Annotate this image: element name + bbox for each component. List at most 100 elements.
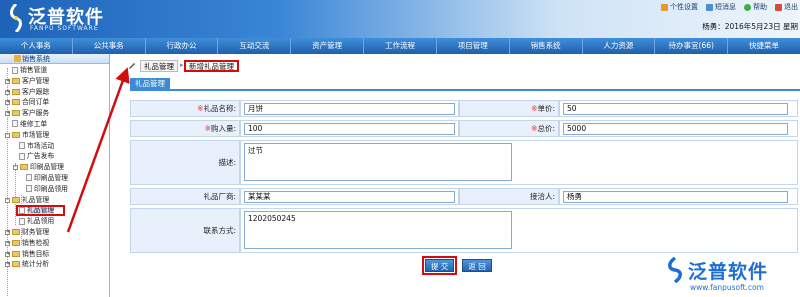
expand-icon[interactable]: + xyxy=(5,78,10,84)
description-textarea[interactable]: 过节 xyxy=(244,143,512,181)
sidebar-item-sales-targets[interactable]: + 销售目标 xyxy=(0,249,109,260)
sidebar-item-print-requisition[interactable]: 印刷品领用 xyxy=(0,184,109,195)
collapse-icon[interactable]: - xyxy=(13,165,18,171)
folder-icon xyxy=(12,88,20,95)
sidebar-item-label: 市场管理 xyxy=(22,130,50,139)
sidebar-item-label: 财务管理 xyxy=(22,227,50,236)
app-logo: 泛普软件 FANPU SOFTWARE xyxy=(8,3,128,35)
personal-settings-link[interactable]: 个性设置 xyxy=(661,2,698,12)
folder-icon xyxy=(12,99,20,106)
gift-name-input[interactable]: 月饼 xyxy=(244,103,455,115)
sidebar-item-label: 销售检视 xyxy=(22,238,50,247)
sidebar-item-label: 客户服务 xyxy=(22,109,50,118)
sidebar-item-gift-management-group[interactable]: - 礼品管理 xyxy=(0,195,109,206)
expand-icon[interactable]: + xyxy=(5,89,10,95)
form-row: 礼品厂商: 某某某 接洽人: 杨勇 xyxy=(130,188,798,205)
folder-icon xyxy=(12,228,20,235)
sidebar-item-market-activities[interactable]: 市场活动 xyxy=(0,141,109,152)
form-row: ※礼品名称: 月饼 ※单价: 50 xyxy=(130,100,798,117)
expand-icon[interactable]: + xyxy=(5,100,10,106)
sidebar-item-advertising[interactable]: 广告发布 xyxy=(0,151,109,162)
watermark-url: www.fanpusoft.com xyxy=(690,283,764,292)
settings-icon xyxy=(661,3,668,11)
expand-icon[interactable]: + xyxy=(5,240,10,246)
folder-icon xyxy=(12,250,20,257)
nav-office-admin[interactable]: 行政办公 xyxy=(146,38,219,54)
sidebar-item-sales-review[interactable]: + 销售检视 xyxy=(0,238,109,249)
sidebar-item-finance[interactable]: + 财务管理 xyxy=(0,227,109,238)
nav-interaction[interactable]: 互动交流 xyxy=(218,38,292,54)
sidebar-item-gift-requisition[interactable]: 礼品领用 xyxy=(0,216,109,227)
help-link[interactable]: 帮助 xyxy=(744,2,767,12)
sidebar-item-gift-management[interactable]: 礼品管理 xyxy=(0,205,109,217)
page-icon xyxy=(19,217,25,225)
collapse-icon[interactable]: - xyxy=(5,132,10,138)
back-button[interactable]: 返 回 xyxy=(462,259,492,272)
vendor-input[interactable]: 某某某 xyxy=(244,191,455,203)
sidebar-header[interactable]: 销售系统 xyxy=(0,54,109,64)
sidebar-tree: 销售管道 + 客户管理 + 客户跟踪 + 合同订单 + 客户服务 维修工单 - xyxy=(0,64,109,297)
sidebar-item-print-management-group[interactable]: - 印刷品管理 xyxy=(0,162,109,173)
chevron-right-icon: ▸ xyxy=(180,61,184,69)
page-icon xyxy=(19,152,25,160)
nav-sales-system[interactable]: 销售系统 xyxy=(510,38,583,54)
quantity-input[interactable]: 100 xyxy=(244,123,455,135)
contact-info-textarea[interactable]: 1202050245 xyxy=(244,211,512,249)
sidebar-item-print-management[interactable]: 印刷品管理 xyxy=(0,173,109,184)
expand-icon[interactable]: + xyxy=(5,262,10,268)
messages-link[interactable]: 短消息 xyxy=(706,2,736,12)
description-label: 描述: xyxy=(218,158,236,167)
contact-person-input[interactable]: 杨勇 xyxy=(563,191,788,203)
submit-button[interactable]: 提 交 xyxy=(421,256,458,275)
sidebar-item-label: 市场活动 xyxy=(27,141,55,150)
nav-hr[interactable]: 人力资源 xyxy=(583,38,656,54)
sidebar-item-label: 销售管道 xyxy=(20,66,48,74)
sidebar-item-market-management[interactable]: - 市场管理 xyxy=(0,130,109,141)
sidebar-item-customer-service[interactable]: + 客户服务 xyxy=(0,108,109,119)
watermark: 泛普软件 www.fanpusoft.com xyxy=(666,255,790,295)
nav-quick-menu[interactable]: 快捷菜单 xyxy=(728,38,800,54)
nav-project-management[interactable]: 项目管理 xyxy=(437,38,510,54)
sidebar-item-label: 客户管理 xyxy=(22,76,50,85)
nav-asset-management[interactable]: 资产管理 xyxy=(291,38,365,54)
tab-new-gift-management[interactable]: 新增礼品管理 xyxy=(184,60,239,72)
nav-public-affairs[interactable]: 公共事务 xyxy=(73,38,146,54)
sidebar-item-statistics[interactable]: + 统计分析 xyxy=(0,259,109,270)
contact-person-cell: 杨勇 xyxy=(559,188,798,205)
nav-todo[interactable]: 待办事宜(66) xyxy=(655,38,729,54)
vendor-label-cell: 礼品厂商: xyxy=(130,188,240,205)
expand-icon[interactable]: + xyxy=(5,251,10,257)
unit-price-input[interactable]: 50 xyxy=(563,103,788,115)
logout-link[interactable]: 退出 xyxy=(775,2,798,12)
tab-gift-management[interactable]: 礼品管理 xyxy=(140,60,178,72)
collapse-icon[interactable]: - xyxy=(5,197,10,203)
page-icon xyxy=(12,120,18,128)
quantity-cell: 100 xyxy=(240,120,459,137)
sidebar-item-sales-pipeline[interactable]: 销售管道 xyxy=(0,65,109,76)
total-input[interactable]: 5000 xyxy=(563,123,788,135)
breadcrumb: 礼品管理 ▸ 新增礼品管理 xyxy=(128,58,800,74)
sidebar-item-label: 客户跟踪 xyxy=(22,87,50,96)
sidebar-item-contract-orders[interactable]: + 合同订单 xyxy=(0,97,109,108)
folder-icon xyxy=(12,239,20,246)
gift-name-cell: 月饼 xyxy=(240,100,459,117)
form-row: 描述: 过节 xyxy=(130,140,798,185)
expand-icon[interactable]: + xyxy=(5,111,10,117)
nav-personal-affairs[interactable]: 个人事务 xyxy=(0,38,73,54)
sidebar: 销售系统 销售管道 + 客户管理 + 客户跟踪 + 合同订单 + 客户服务 维修… xyxy=(0,54,110,297)
logo-mark-icon xyxy=(10,4,22,32)
sidebar-item-customer-management[interactable]: + 客户管理 xyxy=(0,76,109,87)
page-icon xyxy=(12,66,18,74)
section-title: 礼品管理 xyxy=(130,78,170,89)
sidebar-item-label: 印刷品管理 xyxy=(34,173,68,182)
total-cell: 5000 xyxy=(559,120,798,137)
form-actions: 提 交 返 回 xyxy=(421,256,492,275)
help-icon xyxy=(744,3,751,11)
sidebar-item-label: 销售目标 xyxy=(22,249,50,258)
nav-workflow[interactable]: 工作流程 xyxy=(364,38,437,54)
expand-icon[interactable]: + xyxy=(5,229,10,235)
sidebar-item-customer-tracking[interactable]: + 客户跟踪 xyxy=(0,87,109,98)
sidebar-item-repair-orders[interactable]: 维修工单 xyxy=(0,119,109,130)
watermark-name: 泛普软件 xyxy=(688,261,769,283)
unit-price-cell: 50 xyxy=(559,100,798,117)
